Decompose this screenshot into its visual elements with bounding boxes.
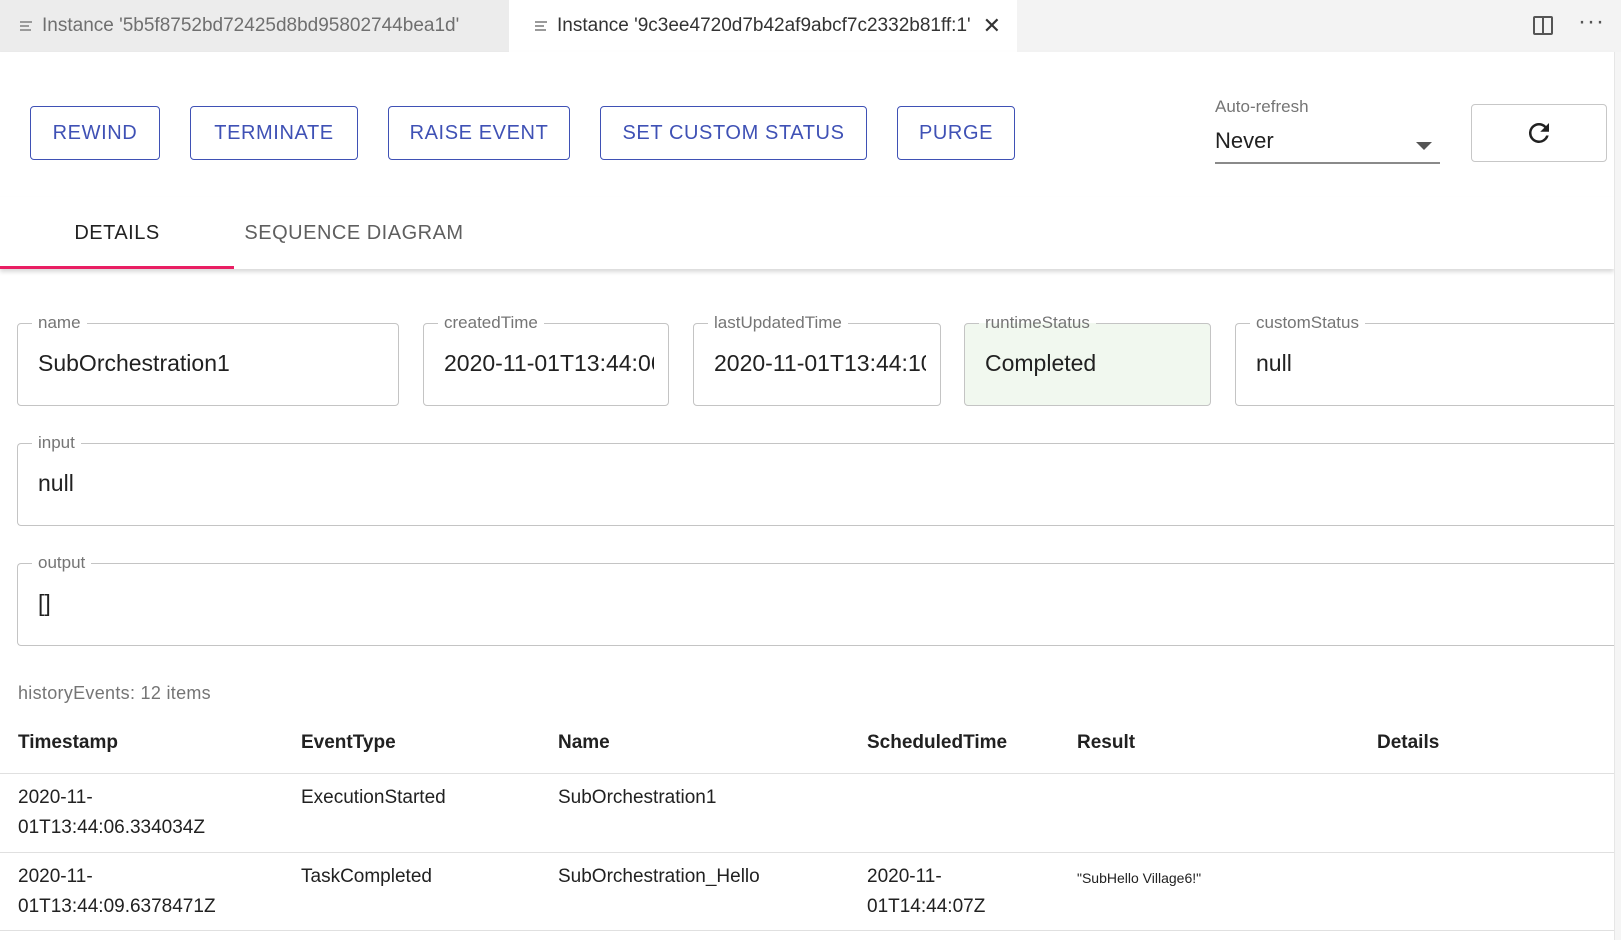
cell-event-type: TaskCompleted	[301, 866, 432, 887]
output-field[interactable]: output []	[17, 552, 1621, 646]
auto-refresh-label: Auto-refresh	[1215, 97, 1309, 116]
document-lines-icon	[535, 19, 547, 33]
output-label: output	[32, 552, 92, 574]
runtime-status-label: runtimeStatus	[979, 312, 1096, 334]
column-header-details: Details	[1377, 732, 1440, 753]
input-value: null	[38, 470, 74, 496]
column-header-timestamp: Timestamp	[18, 732, 118, 753]
row-divider	[0, 852, 1614, 853]
cell-timestamp: 2020-11- 01T13:44:06.334034Z	[18, 783, 205, 843]
cell-scheduled-line2: 01T14:44:07Z	[867, 896, 986, 917]
main-tabs: DETAILS SEQUENCE DIAGRAM	[0, 197, 1614, 269]
cell-scheduled-line1: 2020-11-	[867, 866, 942, 887]
document-lines-icon	[20, 19, 32, 33]
column-header-scheduled-time: ScheduledTime	[867, 732, 1008, 753]
output-value: []	[38, 590, 51, 616]
created-time-label: createdTime	[438, 312, 544, 334]
cell-name: SubOrchestration1	[558, 787, 717, 808]
runtime-status-value: Completed	[985, 350, 1097, 376]
instance-toolbar: REWIND TERMINATE RAISE EVENT SET CUSTOM …	[0, 52, 1614, 197]
auto-refresh-select[interactable]: Never	[1215, 124, 1440, 164]
last-updated-time-value: 2020-11-01T13:44:10	[714, 350, 926, 376]
dropdown-arrow-icon	[1416, 142, 1432, 150]
custom-status-label: customStatus	[1250, 312, 1365, 334]
split-editor-icon[interactable]	[1533, 16, 1553, 35]
terminate-button[interactable]: TERMINATE	[190, 106, 358, 160]
last-updated-time-field[interactable]: lastUpdatedTime 2020-11-01T13:44:10	[693, 312, 941, 406]
cell-timestamp-line2: 01T13:44:06.334034Z	[18, 817, 205, 838]
editor-tab-strip: Instance '5b5f8752bd72425d8bd95802744bea…	[0, 0, 1621, 52]
name-field[interactable]: name SubOrchestration1	[17, 312, 399, 406]
custom-status-value: null	[1256, 350, 1292, 376]
cell-timestamp-line2: 01T13:44:09.6378471Z	[18, 896, 216, 917]
purge-button[interactable]: PURGE	[897, 106, 1015, 160]
created-time-value: 2020-11-01T13:44:06	[444, 350, 654, 376]
name-field-value: SubOrchestration1	[38, 350, 230, 376]
rewind-button[interactable]: REWIND	[30, 106, 160, 160]
raise-event-button[interactable]: RAISE EVENT	[388, 106, 570, 160]
cell-event-type: ExecutionStarted	[301, 787, 446, 808]
cell-name: SubOrchestration_Hello	[558, 866, 760, 887]
last-updated-time-label: lastUpdatedTime	[708, 312, 848, 334]
created-time-field[interactable]: createdTime 2020-11-01T13:44:06	[423, 312, 669, 406]
runtime-status-field[interactable]: runtimeStatus Completed	[964, 312, 1211, 406]
editor-tab-instance-1[interactable]: Instance '5b5f8752bd72425d8bd95802744bea…	[0, 0, 509, 52]
vertical-scrollbar[interactable]	[1614, 52, 1621, 940]
more-actions-icon[interactable]: ···	[1578, 8, 1605, 36]
active-tab-indicator	[0, 266, 234, 269]
input-label: input	[32, 432, 81, 454]
close-icon[interactable]: ✕	[983, 15, 1001, 37]
cell-timestamp: 2020-11- 01T13:44:09.6378471Z	[18, 862, 216, 922]
tab-sequence-diagram[interactable]: SEQUENCE DIAGRAM	[234, 197, 474, 269]
history-events-count: historyEvents: 12 items	[18, 683, 211, 703]
auto-refresh-value: Never	[1215, 128, 1274, 153]
row-divider	[0, 930, 1614, 931]
row-divider	[0, 773, 1614, 774]
name-field-label: name	[32, 312, 87, 334]
column-header-name: Name	[558, 732, 610, 753]
cell-timestamp-line1: 2020-11-	[18, 787, 93, 808]
cell-result: "SubHello Village6!"	[1077, 870, 1202, 886]
set-custom-status-button[interactable]: SET CUSTOM STATUS	[600, 106, 867, 160]
custom-status-field[interactable]: customStatus null	[1235, 312, 1621, 406]
refresh-icon	[1528, 122, 1549, 143]
column-header-event-type: EventType	[301, 732, 396, 753]
refresh-button[interactable]	[1471, 104, 1607, 162]
cell-timestamp-line1: 2020-11-	[18, 866, 93, 887]
editor-tab-instance-2[interactable]: Instance '9c3ee4720d7b42af9abcf7c2332b81…	[509, 0, 1017, 52]
column-header-result: Result	[1077, 732, 1136, 753]
editor-tab-title: Instance '9c3ee4720d7b42af9abcf7c2332b81…	[557, 15, 971, 36]
tab-details[interactable]: DETAILS	[0, 197, 234, 269]
cell-scheduled-time: 2020-11- 01T14:44:07Z	[867, 862, 985, 922]
editor-tab-title: Instance '5b5f8752bd72425d8bd95802744bea…	[42, 15, 460, 36]
input-field[interactable]: input null	[17, 432, 1621, 526]
